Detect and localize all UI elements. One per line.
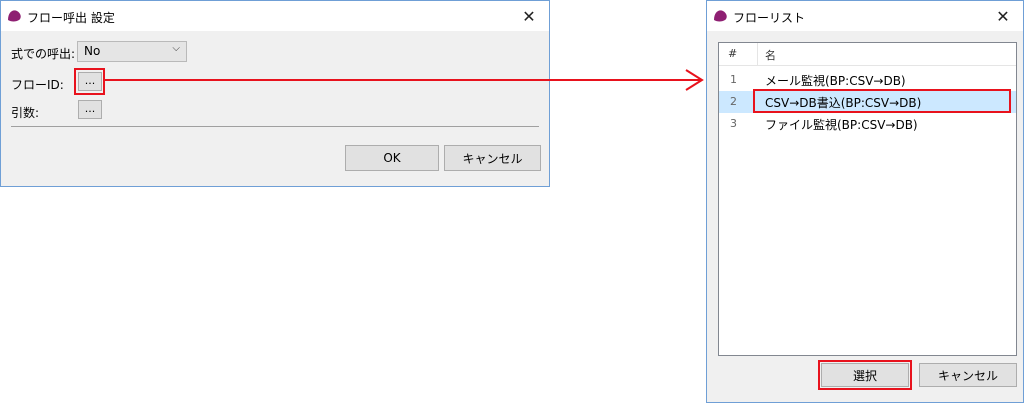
row-name: メール監視(BP:CSV→DB) (765, 74, 906, 88)
column-header-number[interactable]: # (728, 47, 737, 60)
flow-id-highlight-box (74, 68, 105, 95)
cancel-button[interactable]: キャンセル (919, 363, 1017, 387)
args-browse-button[interactable]: ... (78, 100, 102, 119)
cancel-button[interactable]: キャンセル (444, 145, 541, 171)
column-header-name[interactable]: 名 (765, 47, 776, 63)
row-number: 2 (730, 95, 737, 108)
chevron-down-icon: ⌵ (172, 43, 180, 54)
row-number: 1 (730, 73, 737, 86)
list-item[interactable]: 3 ファイル監視(BP:CSV→DB) (719, 113, 1016, 135)
expr-call-value: No (84, 44, 101, 58)
flow-list-dialog: フローリスト ✕ # 名 1 メール監視(BP:CSV→DB) 2 CSV→DB… (706, 0, 1024, 403)
row-name: ファイル監視(BP:CSV→DB) (765, 118, 918, 132)
flow-call-settings-dialog: フロー呼出 設定 ✕ 式での呼出: No ⌵ フローID: ... 引数: ..… (0, 0, 550, 187)
title-bar[interactable]: フローリスト ✕ (707, 1, 1023, 31)
selected-row-highlight-box (753, 89, 1011, 113)
app-logo-icon (8, 10, 21, 22)
title-bar[interactable]: フロー呼出 設定 ✕ (1, 1, 549, 31)
window-title: フロー呼出 設定 (27, 11, 115, 25)
select-highlight-box (818, 360, 912, 390)
args-label: 引数: (11, 106, 40, 120)
ok-button[interactable]: OK (345, 145, 439, 171)
close-icon[interactable]: ✕ (507, 2, 551, 30)
close-icon[interactable]: ✕ (981, 2, 1024, 30)
window-title: フローリスト (733, 11, 806, 25)
column-divider[interactable] (757, 43, 758, 65)
flow-id-label: フローID: (11, 78, 64, 92)
expr-call-label: 式での呼出: (11, 47, 76, 61)
list-item[interactable]: 1 メール監視(BP:CSV→DB) (719, 69, 1016, 91)
expr-call-select[interactable]: No ⌵ (77, 41, 187, 62)
separator-line (11, 126, 539, 127)
row-number: 3 (730, 117, 737, 130)
list-header: # 名 (719, 43, 1016, 66)
app-logo-icon (714, 10, 727, 22)
